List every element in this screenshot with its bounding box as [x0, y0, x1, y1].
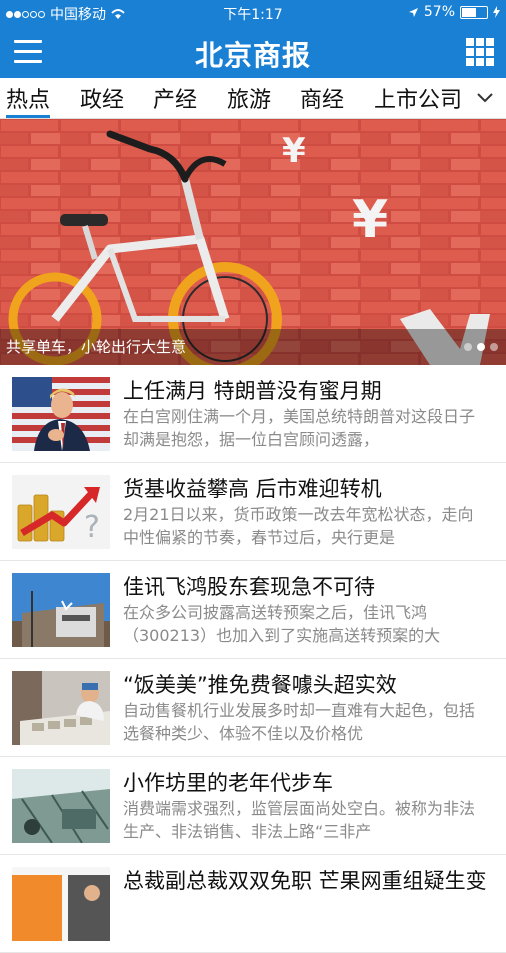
- article-summary: 2月21日以来，货币政策一改去年宽松状态，走向中性偏紧的节奏，春节过后，央行更是: [123, 505, 474, 547]
- article-item[interactable]: 佳讯飞鸿股东套现急不可待 在众多公司披露高送转预案之后，佳讯飞鸿（300213）…: [0, 561, 506, 659]
- article-thumbnail: [12, 573, 110, 647]
- banner-pager: [464, 343, 498, 351]
- tab-commerce[interactable]: 商经: [300, 82, 344, 114]
- tabs-expand-button[interactable]: [464, 78, 506, 118]
- pager-dot: [464, 343, 472, 351]
- tab-travel[interactable]: 旅游: [227, 82, 271, 114]
- charging-bolt-icon: [493, 6, 500, 18]
- pager-dot-active: [477, 343, 485, 351]
- banner-caption: 共享单车，小轮出行大生意: [0, 329, 506, 365]
- app-header: 北京商报: [0, 26, 506, 78]
- channel-tabs: 热点 政经 产经 旅游 商经 上市公司: [0, 78, 506, 119]
- article-item[interactable]: “饭美美”推免费餐噱头超实效 自动售餐机行业发展多时却一直难有大起色，包括选餐种…: [0, 659, 506, 757]
- article-thumbnail: [12, 769, 110, 843]
- status-bar: 中国移动 下午1:17 57%: [0, 0, 506, 26]
- grid-menu-button[interactable]: [466, 38, 494, 66]
- svg-text:¥: ¥: [352, 190, 388, 250]
- svg-text:¥: ¥: [282, 131, 306, 171]
- article-summary: 在众多公司披露高送转预案之后，佳讯飞鸿（300213）也加入到了实施高送转预案的…: [123, 603, 441, 645]
- chevron-down-icon: [477, 93, 493, 103]
- article-thumbnail: [12, 671, 110, 745]
- article-title: “饭美美”推免费餐噱头超实效: [123, 673, 397, 697]
- pager-dot: [490, 343, 498, 351]
- article-summary: 消费端需求强烈，监管层面尚处空白。被称为非法生产、非法销售、非法上路“三非产: [123, 799, 476, 841]
- status-right: 57%: [408, 4, 500, 20]
- article-thumbnail: [12, 867, 110, 941]
- article-thumbnail: ?: [12, 475, 110, 549]
- svg-text:?: ?: [84, 510, 100, 545]
- tab-industry[interactable]: 产经: [153, 82, 197, 114]
- article-item[interactable]: 上任满月 特朗普没有蜜月期 在白宫刚住满一个月，美国总统特朗普对这段日子却满是抱…: [0, 365, 506, 463]
- location-arrow-icon: [408, 7, 418, 17]
- article-title: 小作坊里的老年代步车: [123, 771, 333, 795]
- article-summary: [123, 895, 481, 941]
- featured-banner[interactable]: ¥ ¥ 共享单车，小轮出行大生意: [0, 119, 506, 365]
- article-summary: 自动售餐机行业发展多时却一直难有大起色，包括选餐种类少、体验不佳以及价格优: [123, 701, 476, 743]
- article-summary: 在白宫刚住满一个月，美国总统特朗普对这段日子却满是抱怨，据一位白宫顾问透露，: [123, 407, 476, 449]
- article-title: 货基收益攀高 后市难迎转机: [123, 477, 382, 501]
- tab-hot[interactable]: 热点: [6, 82, 51, 118]
- tab-listed-companies[interactable]: 上市公司: [374, 82, 462, 114]
- article-item[interactable]: ? 货基收益攀高 后市难迎转机 2月21日以来，货币政策一改去年宽松状态，走向中…: [0, 463, 506, 561]
- article-item[interactable]: 总裁副总裁双双免职 芒果网重组疑生变: [0, 855, 506, 953]
- article-title: 总裁副总裁双双免职 芒果网重组疑生变: [123, 869, 487, 893]
- article-item[interactable]: 小作坊里的老年代步车 消费端需求强烈，监管层面尚处空白。被称为非法生产、非法销售…: [0, 757, 506, 855]
- battery-percent: 57%: [423, 4, 455, 20]
- article-title: 上任满月 特朗普没有蜜月期: [123, 379, 382, 403]
- app-title: 北京商报: [194, 39, 311, 72]
- article-title: 佳讯飞鸿股东套现急不可待: [123, 575, 375, 599]
- article-thumbnail: [12, 377, 110, 451]
- battery-icon: [460, 5, 488, 19]
- tab-politics-economy[interactable]: 政经: [80, 82, 124, 114]
